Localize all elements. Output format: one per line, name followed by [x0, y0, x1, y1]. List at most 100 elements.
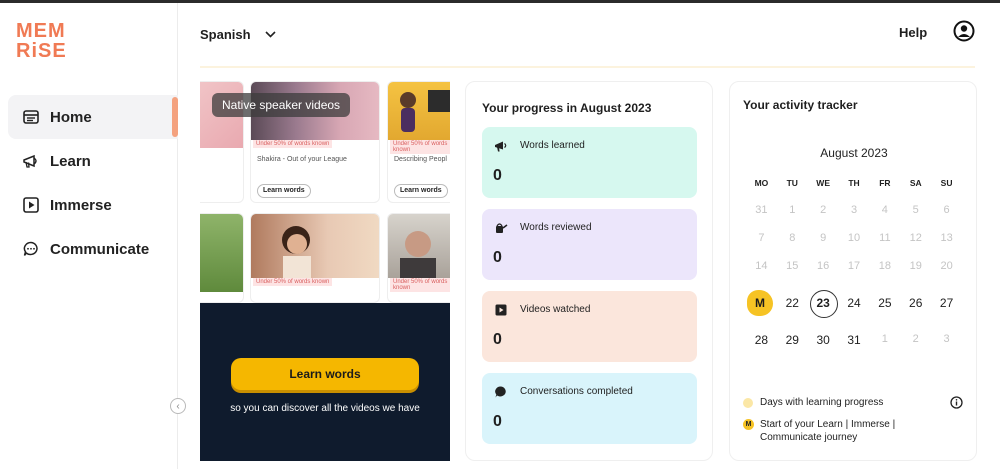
weekday-label: SA — [909, 178, 922, 188]
sidebar-item-communicate[interactable]: Communicate — [8, 227, 178, 271]
sidebar-item-home[interactable]: Home — [8, 95, 178, 139]
sidebar-item-label: Communicate — [50, 240, 150, 258]
conversations-completed-card: Conversations completed 0 — [482, 373, 697, 444]
calendar-day: 22 — [785, 296, 799, 310]
calendar-day: 5 — [912, 204, 919, 216]
calendar-week: 14 15 16 17 18 19 20 — [746, 260, 962, 272]
sidebar-item-label: Home — [50, 108, 92, 126]
video-icon — [494, 303, 508, 317]
calendar-day: 3 — [943, 333, 950, 345]
learn-icon — [22, 152, 40, 170]
calendar-week: 28 29 30 31 1 2 3 — [746, 333, 962, 347]
calendar-month: August 2023 — [820, 146, 888, 160]
legend-label: Days with learning progress — [760, 397, 884, 408]
calendar-day: 17 — [847, 260, 861, 272]
video-thumbnail — [388, 82, 450, 140]
language-selector[interactable]: Spanish — [200, 27, 276, 42]
calendar-day: 19 — [909, 260, 922, 272]
calendar-week: 7 8 9 10 11 12 13 — [746, 232, 962, 244]
weekday-label: WE — [816, 178, 830, 188]
stat-label: Words learned — [520, 140, 585, 151]
calendar-week: 22 23 24 25 26 27 — [746, 296, 962, 310]
calendar-day: 31 — [755, 204, 768, 216]
status-badge: Under 50% of words known — [390, 140, 450, 154]
legend-label: Start of your Learn | Immerse | Communic… — [760, 419, 896, 443]
journey-start-icon: M — [743, 419, 754, 430]
learn-words-cta: Learn words so you can discover all the … — [200, 303, 450, 461]
play-icon — [22, 196, 40, 214]
weekday-label: MO — [754, 178, 769, 188]
weekday-label: FR — [879, 178, 891, 188]
legend-progress: Days with learning progress — [743, 396, 920, 409]
status-badge: Under 50% of words known — [253, 278, 333, 286]
help-link[interactable]: Help — [899, 25, 927, 40]
calendar-day: 13 — [940, 232, 953, 244]
calendar-day: 1 — [881, 333, 888, 345]
stat-value: 0 — [493, 167, 502, 184]
sidebar-nav: Home Learn Immerse Communicate — [8, 95, 178, 271]
progress-dot-icon — [743, 398, 753, 408]
home-icon — [22, 108, 40, 126]
sidebar-item-learn[interactable]: Learn — [8, 139, 178, 183]
calendar-day: 14 — [755, 260, 768, 272]
stat-value: 0 — [493, 413, 502, 430]
weekday-label: TU — [786, 178, 798, 188]
video-card[interactable]: Under 50% of words known — [250, 213, 380, 303]
speech-bubble-icon — [494, 385, 508, 399]
calendar-day: 31 — [847, 333, 861, 347]
video-thumbnail — [388, 214, 450, 278]
weekday-header: MO TU WE TH FR SA SU — [746, 178, 962, 188]
status-badge: Under 50% of words known — [253, 140, 333, 148]
calendar-day: 16 — [817, 260, 830, 272]
video-card[interactable]: Under 50% of words known Describing Peop… — [387, 81, 450, 203]
sidebar-item-immerse[interactable]: Immerse — [8, 183, 178, 227]
native-videos-panel: Under 50% of words known Shakira - Out o… — [200, 81, 450, 461]
chevron-left-icon[interactable]: ‹ — [170, 398, 186, 414]
progress-panel: Your progress in August 2023 Words learn… — [465, 81, 713, 461]
video-title: Shakira - Out of your League — [257, 156, 347, 163]
calendar-day: 20 — [940, 260, 953, 272]
progress-title: Your progress in August 2023 — [482, 101, 652, 115]
sidebar: MEM RiSE Home Learn Immerse Communicate — [0, 3, 178, 469]
video-title: Describing Peopl — [394, 156, 447, 163]
stat-label: Videos watched — [520, 304, 591, 315]
learn-words-button[interactable]: Learn words — [257, 184, 311, 198]
calendar-day: 18 — [878, 260, 891, 272]
calendar-day: 9 — [820, 232, 827, 244]
calendar-day: 28 — [754, 333, 769, 347]
calendar-day: 27 — [939, 296, 954, 310]
user-circle-icon[interactable] — [953, 20, 975, 42]
calendar-day: 1 — [789, 204, 796, 216]
learn-words-cta-button[interactable]: Learn words — [231, 358, 419, 390]
weekday-label: SU — [940, 178, 953, 188]
megaphone-icon — [494, 139, 508, 153]
calendar-day: 6 — [943, 204, 950, 216]
stat-value: 0 — [493, 331, 502, 348]
learn-words-button[interactable]: Learn words — [394, 184, 448, 198]
sidebar-item-label: Learn — [50, 152, 91, 170]
calendar-day: 30 — [816, 333, 830, 347]
calendar-day: 25 — [878, 296, 892, 310]
info-icon[interactable] — [950, 396, 963, 409]
video-card[interactable]: Under 50% of words known — [387, 213, 450, 303]
memrise-logo[interactable]: MEM RiSE — [16, 21, 66, 61]
calendar-day: 7 — [758, 232, 765, 244]
video-thumbnail — [251, 214, 379, 278]
video-card[interactable] — [200, 213, 244, 303]
header-divider — [200, 66, 975, 68]
calendar-week: 31 1 2 3 4 5 6 — [746, 204, 962, 216]
calendar-day: 24 — [847, 296, 861, 310]
words-learned-card: Words learned 0 — [482, 127, 697, 198]
logo-line-2: RiSE — [16, 40, 67, 62]
status-badge: Under 50% of words known — [390, 278, 450, 292]
calendar-day: 12 — [909, 232, 922, 244]
calendar-day: 4 — [881, 204, 888, 216]
video-thumbnail — [200, 214, 243, 292]
calendar-day-today: 23 — [816, 296, 830, 310]
calendar-day: 8 — [789, 232, 796, 244]
legend-start: M Start of your Learn | Immerse | Commun… — [743, 418, 920, 444]
words-reviewed-card: Words reviewed 0 — [482, 209, 697, 280]
tracker-title: Your activity tracker — [743, 98, 858, 112]
language-label: Spanish — [200, 27, 251, 42]
calendar-day: 15 — [786, 260, 799, 272]
